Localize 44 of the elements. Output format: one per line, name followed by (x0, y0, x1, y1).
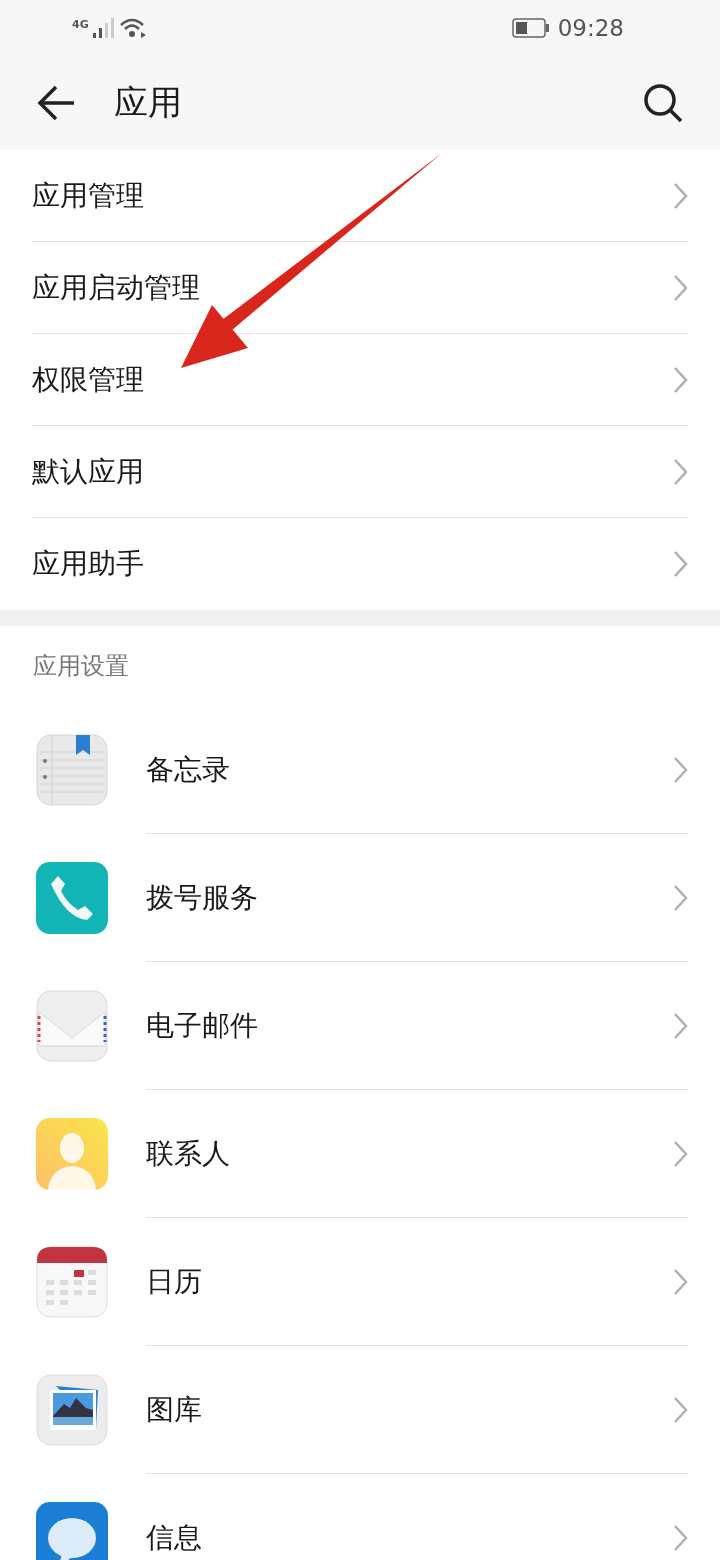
app-item[interactable]: 图库 (0, 1346, 720, 1474)
section-title: 应用设置 (32, 651, 130, 682)
app-name: 电子邮件 (146, 1007, 259, 1044)
menu-item[interactable]: 默认应用 (32, 426, 688, 518)
clock: 09:28 (557, 15, 624, 41)
app-item[interactable]: 联系人 (0, 1090, 720, 1218)
app-item[interactable]: 备忘录 (0, 706, 720, 834)
app-name: 拨号服务 (146, 879, 259, 916)
chevron-icon (672, 1267, 688, 1296)
back-button[interactable] (36, 83, 76, 123)
chevron-icon (672, 550, 688, 578)
chevron-icon (672, 883, 688, 912)
chevron-icon (672, 181, 688, 210)
notepad-icon (36, 734, 108, 806)
chevron-icon (672, 1139, 688, 1168)
app-name: 联系人 (146, 1135, 231, 1172)
app-name: 日历 (146, 1263, 203, 1300)
app-name: 图库 (146, 1391, 203, 1428)
photo-icon (36, 1374, 108, 1446)
message-bubble-icon (36, 1502, 108, 1560)
app-name: 信息 (146, 1520, 203, 1556)
app-name: 备忘录 (146, 751, 231, 788)
phone-icon (36, 862, 108, 934)
app-item[interactable]: 拨号服务 (0, 834, 720, 962)
app-item[interactable]: 信息 (0, 1474, 720, 1560)
app-item[interactable]: 电子邮件 (0, 962, 720, 1090)
chevron-icon (672, 365, 688, 394)
app-item[interactable]: 日历 (0, 1218, 720, 1346)
signal-icon (92, 18, 115, 38)
menu-item[interactable]: 应用助手 (32, 518, 688, 610)
network-type: 4G (72, 18, 89, 31)
battery-icon (511, 18, 550, 38)
chevron-icon (672, 457, 688, 486)
wifi-icon (118, 18, 147, 38)
chevron-icon (672, 1524, 688, 1552)
chevron-icon (672, 755, 688, 784)
calendar-icon (36, 1246, 108, 1318)
chevron-icon (672, 273, 688, 302)
search-button[interactable] (642, 82, 684, 124)
chevron-icon (672, 1395, 688, 1424)
page-title: 应用 (114, 81, 183, 124)
contact-icon (36, 1118, 108, 1190)
chevron-icon (672, 1011, 688, 1040)
envelope-icon (36, 990, 108, 1062)
